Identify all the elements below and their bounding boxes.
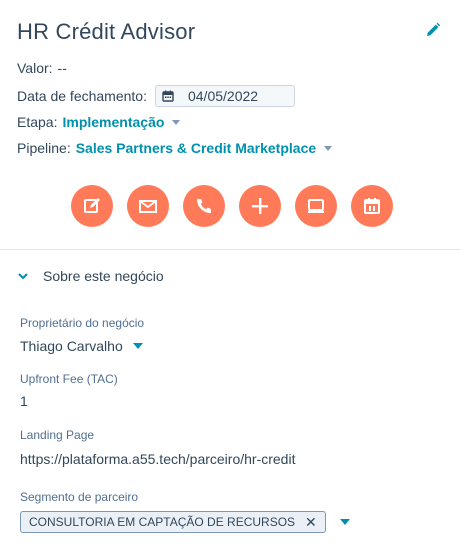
plus-icon (252, 198, 268, 214)
record-header: HR Crédit Advisor Valor: -- Data de fech… (0, 0, 460, 250)
close-icon[interactable]: ✕ (305, 514, 317, 531)
landing-value[interactable]: https://plataforma.a55.tech/parceiro/hr-… (20, 451, 295, 467)
chevron-down-icon (132, 343, 143, 349)
action-buttons (71, 185, 407, 227)
pipeline-row: Pipeline: Sales Partners & Credit Market… (17, 140, 333, 156)
pipeline-value: Sales Partners & Credit Marketplace (75, 140, 317, 156)
pipeline-dropdown[interactable]: Sales Partners & Credit Marketplace (75, 140, 333, 156)
chevron-down-icon (18, 273, 28, 280)
stage-label: Etapa: (17, 114, 58, 130)
note-icon (84, 198, 100, 213)
valor-value: -- (57, 60, 67, 76)
email-icon (139, 200, 157, 213)
email-button[interactable] (127, 185, 169, 227)
stage-value: Implementação (62, 114, 165, 130)
call-button[interactable] (183, 185, 225, 227)
pipeline-label: Pipeline: (17, 140, 71, 156)
segment-tag: CONSULTORIA EM CAPTAÇÃO DE RECURSOS ✕ (20, 511, 326, 533)
landing-label: Landing Page (20, 428, 95, 442)
meeting-button[interactable] (295, 185, 337, 227)
chevron-down-icon (324, 145, 333, 151)
date-row: Data de fechamento: 04/05/2022 (17, 85, 295, 107)
segment-label: Segmento de parceiro (20, 490, 139, 504)
section-toggle[interactable]: Sobre este negócio (17, 268, 164, 284)
record-title: HR Crédit Advisor (17, 19, 196, 44)
stage-row: Etapa: Implementação (17, 114, 181, 130)
close-date-input[interactable]: 04/05/2022 (154, 85, 295, 107)
pencil-icon[interactable] (425, 22, 441, 38)
owner-value: Thiago Carvalho (20, 338, 123, 354)
note-button[interactable] (71, 185, 113, 227)
fee-value[interactable]: 1 (20, 393, 28, 409)
valor-row: Valor: -- (17, 60, 67, 76)
owner-label: Proprietário do negócio (20, 316, 145, 330)
calendar-icon (162, 90, 174, 102)
chevron-down-icon[interactable] (339, 519, 350, 525)
valor-label: Valor: (17, 60, 53, 76)
screen-icon (308, 199, 324, 213)
calendar-task-icon (364, 198, 380, 214)
date-label: Data de fechamento: (17, 88, 147, 104)
phone-icon (196, 199, 211, 214)
chevron-down-icon (172, 119, 181, 125)
segment-tag-label: CONSULTORIA EM CAPTAÇÃO DE RECURSOS (29, 515, 296, 529)
segment-field: CONSULTORIA EM CAPTAÇÃO DE RECURSOS ✕ (20, 511, 350, 533)
task-button[interactable] (351, 185, 393, 227)
section-title: Sobre este negócio (43, 268, 164, 284)
add-button[interactable] (239, 185, 281, 227)
stage-dropdown[interactable]: Implementação (62, 114, 181, 130)
fee-label: Upfront Fee (TAC) (20, 372, 118, 386)
owner-dropdown[interactable]: Thiago Carvalho (20, 338, 143, 354)
close-date-value: 04/05/2022 (187, 88, 259, 104)
